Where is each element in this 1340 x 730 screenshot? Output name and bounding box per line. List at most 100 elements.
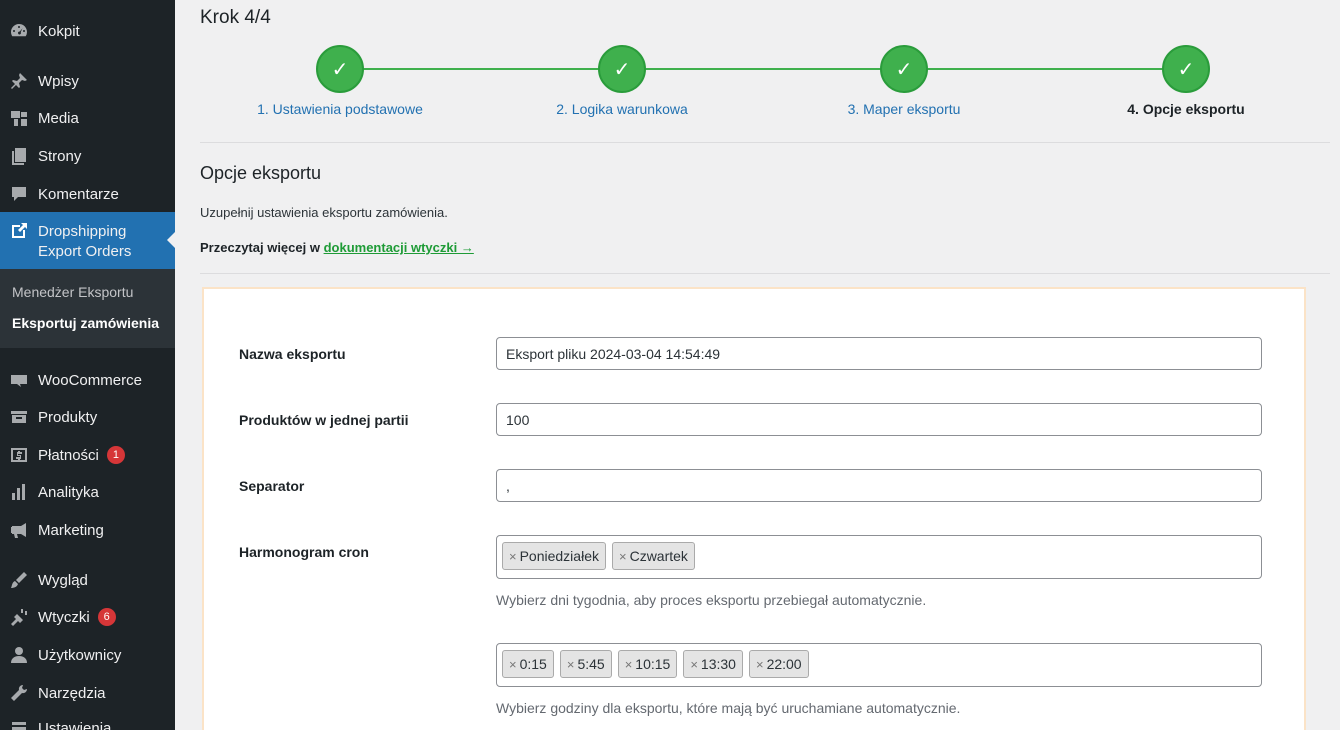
separator-label: Separator xyxy=(239,478,305,494)
menu-item-analityka[interactable]: Analityka xyxy=(0,481,175,503)
menu-item-wyglad[interactable]: Wygląd xyxy=(0,569,175,591)
media-icon xyxy=(8,107,30,129)
cron-hours-help: Wybierz godziny dla eksportu, które mają… xyxy=(496,700,961,716)
menu-item-wpisy[interactable]: Wpisy xyxy=(0,70,175,92)
remove-tag-icon[interactable]: × xyxy=(625,657,633,672)
menu-item-ustawienia[interactable]: Ustawienia xyxy=(0,717,175,730)
hour-tag-label: 10:15 xyxy=(635,656,671,672)
menu-item-uzytkownicy[interactable]: Użytkownicy xyxy=(0,644,175,666)
section-title: Opcje eksportu xyxy=(200,163,322,183)
submenu-item-eksportuj[interactable]: Eksportuj zamówienia xyxy=(12,315,159,331)
remove-tag-icon[interactable]: × xyxy=(567,657,575,672)
step-1-check-icon[interactable]: ✓ xyxy=(316,45,364,93)
menu-item-produkty[interactable]: Produkty xyxy=(0,406,175,428)
pages-icon xyxy=(8,145,30,167)
menu-item-kokpit[interactable]: Kokpit xyxy=(0,20,175,42)
menu-label: WooCommerce xyxy=(38,371,142,389)
day-tag-label: Poniedziałek xyxy=(519,548,599,564)
step-2-link[interactable]: 2. Logika warunkowa xyxy=(502,101,742,117)
active-arrow xyxy=(167,232,175,248)
hour-tag: × 0:15 xyxy=(502,650,554,678)
export-options-card: Nazwa eksportu Produktów w jednej partii… xyxy=(202,287,1306,730)
settings-icon xyxy=(8,717,30,730)
menu-label-line2: Export Orders xyxy=(38,243,132,260)
documentation-link[interactable]: dokumentacji wtyczki → xyxy=(324,240,474,255)
menu-label: Wpisy xyxy=(38,72,79,90)
menu-label: Komentarze xyxy=(38,185,119,203)
export-name-input[interactable] xyxy=(496,337,1262,370)
menu-label: Media xyxy=(38,109,79,127)
menu-label: Strony xyxy=(38,147,82,165)
menu-label: Ustawienia xyxy=(38,719,112,730)
menu-label: Kokpit xyxy=(38,22,80,40)
menu-item-platnosci[interactable]: Płatności 1 xyxy=(0,444,175,466)
step-counter: Krok 4/4 xyxy=(200,7,271,28)
dollar-icon xyxy=(8,444,30,466)
woo-icon xyxy=(8,369,30,391)
archive-icon xyxy=(8,406,30,428)
menu-item-dropshipping[interactable]: Dropshipping Export Orders xyxy=(0,212,175,269)
hour-tag-label: 5:45 xyxy=(577,656,605,672)
brush-icon xyxy=(8,569,30,591)
menu-item-marketing[interactable]: Marketing xyxy=(0,519,175,541)
remove-tag-icon[interactable]: × xyxy=(509,657,517,672)
day-tag-label: Czwartek xyxy=(629,548,688,564)
hour-tag: × 13:30 xyxy=(683,650,743,678)
remove-tag-icon[interactable]: × xyxy=(756,657,764,672)
remove-tag-icon[interactable]: × xyxy=(509,549,517,564)
menu-item-wtyczki[interactable]: Wtyczki 6 xyxy=(0,606,175,628)
users-icon xyxy=(8,644,30,666)
menu-label: Wtyczki xyxy=(38,609,90,626)
menu-item-komentarze[interactable]: Komentarze xyxy=(0,183,175,205)
menu-item-woocommerce[interactable]: WooCommerce xyxy=(0,369,175,391)
admin-sidebar: Kokpit Wpisy Media Strony Komentarze Dro… xyxy=(0,0,175,730)
menu-label: Płatności xyxy=(38,447,99,464)
menu-label: Użytkownicy xyxy=(38,646,122,664)
step-3-check-icon[interactable]: ✓ xyxy=(880,45,928,93)
readmore-text: Przeczytaj więcej w dokumentacji wtyczki… xyxy=(200,240,474,255)
hour-tag: × 10:15 xyxy=(617,650,678,678)
megaphone-icon xyxy=(8,519,30,541)
cron-hours-select[interactable]: × 0:15 × 5:45 × 10:15 × 13:30 × 22:00 xyxy=(496,643,1262,687)
main-content: Krok 4/4 ✓ ✓ ✓ ✓ 1. Ustawienia podstawow… xyxy=(175,0,1340,730)
count-badge: 1 xyxy=(106,446,125,464)
day-tag: × Poniedziałek xyxy=(502,542,606,570)
day-tag: × Czwartek xyxy=(611,542,695,570)
step-4-current: 4. Opcje eksportu xyxy=(1127,101,1245,117)
menu-label: Marketing xyxy=(38,521,104,539)
external-link-icon xyxy=(8,220,30,242)
cron-days-select[interactable]: × Poniedziałek × Czwartek xyxy=(496,535,1262,579)
hour-tag-label: 0:15 xyxy=(519,656,547,672)
submenu-item-menedzer[interactable]: Menedżer Eksportu xyxy=(12,284,133,300)
cron-schedule-label: Harmonogram cron xyxy=(239,544,369,560)
step-4-check-icon: ✓ xyxy=(1162,45,1210,93)
menu-label: Wygląd xyxy=(38,571,88,589)
dashboard-icon xyxy=(8,20,30,42)
wrench-icon xyxy=(8,682,30,704)
step-2-check-icon[interactable]: ✓ xyxy=(598,45,646,93)
comments-icon xyxy=(8,183,30,205)
readmore-prefix: Przeczytaj więcej w xyxy=(200,240,320,255)
hour-tag: × 22:00 xyxy=(748,650,809,678)
step-1-link[interactable]: 1. Ustawienia podstawowe xyxy=(220,101,460,117)
separator-input[interactable] xyxy=(496,469,1262,502)
export-name-label: Nazwa eksportu xyxy=(239,346,346,362)
menu-item-media[interactable]: Media xyxy=(0,107,175,129)
steps-progress-line xyxy=(340,68,1186,70)
remove-tag-icon[interactable]: × xyxy=(690,657,698,672)
hour-tag: × 5:45 xyxy=(559,650,612,678)
submenu: Menedżer Eksportu Eksportuj zamówienia xyxy=(0,269,175,348)
batch-size-label: Produktów w jednej partii xyxy=(239,412,409,428)
step-3-link[interactable]: 3. Maper eksportu xyxy=(784,101,1024,117)
menu-label: Produkty xyxy=(38,408,98,426)
menu-item-strony[interactable]: Strony xyxy=(0,145,175,167)
divider xyxy=(200,273,1330,274)
menu-item-narzedzia[interactable]: Narzędzia xyxy=(0,682,175,704)
section-description: Uzupełnij ustawienia eksportu zamówienia… xyxy=(200,205,448,220)
menu-label: Analityka xyxy=(38,483,99,501)
batch-size-input[interactable] xyxy=(496,403,1262,436)
hour-tag-label: 13:30 xyxy=(700,656,736,672)
plugin-icon xyxy=(8,606,30,628)
remove-tag-icon[interactable]: × xyxy=(619,549,627,564)
pin-icon xyxy=(8,70,30,92)
